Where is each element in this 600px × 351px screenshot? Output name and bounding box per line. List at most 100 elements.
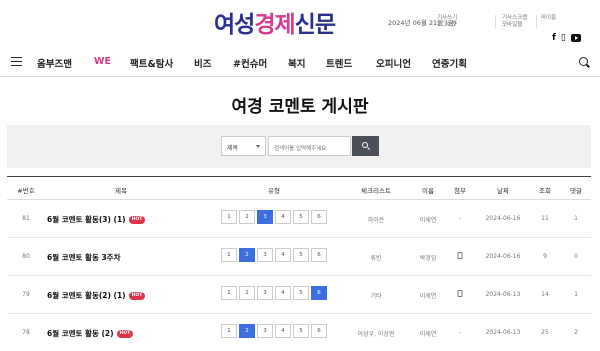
type-option[interactable]: 5 [293, 324, 309, 338]
table-row[interactable]: 79 6월 코멘토 활동(2) (1) HOT 1 2 3 4 5 6 기타 이세연 2024-06-… [7, 276, 591, 314]
type-option[interactable]: 1 [221, 210, 237, 224]
nav-item-ombudsman[interactable]: 옴부즈맨 [37, 56, 72, 70]
facebook-icon[interactable]: f [552, 33, 556, 43]
mobile-web-link[interactable]: 모바일웹 [502, 22, 527, 29]
type-option[interactable]: 2 [239, 210, 255, 224]
row-title-link[interactable]: 6월 코멘토 활동 (2) HOT [47, 328, 134, 339]
site-header: 여성 경제 신문 2024년 06월 21일 (금) 기사쓰기 로그아웃 기사스… [0, 0, 600, 48]
row-title: 6월 코멘토 활동(2) (1) [47, 291, 126, 300]
nav-item-special[interactable]: 연중기획 [432, 56, 467, 70]
row-attach: - [458, 329, 462, 336]
row-title: 6월 코멘토 활동 3주차 [47, 253, 121, 262]
menu-icon[interactable] [11, 57, 22, 66]
main-nav: 옴부즈맨 WE 팩트&탐사 비즈 #컨슈머 복지 트렌드 오피니언 연중기획 [0, 49, 600, 77]
col-type: 유형 [268, 187, 280, 195]
row-title: 6월 코멘토 활동 (2) [47, 329, 114, 338]
type-option[interactable]: 1 [221, 324, 237, 338]
col-number: #번호 [17, 187, 35, 195]
type-option[interactable]: 4 [275, 324, 291, 338]
row-number: 80 [22, 253, 30, 260]
nav-item-opinion[interactable]: 오피니언 [376, 56, 411, 70]
search-type-select[interactable]: 제목 [221, 136, 266, 156]
row-date: 2024-06-16 [485, 215, 521, 222]
page-title: 여경 코멘토 게시판 [231, 97, 369, 117]
type-option[interactable]: 1 [221, 286, 237, 300]
type-option[interactable]: 6 [311, 210, 327, 224]
row-number: 79 [22, 291, 30, 298]
type-scale: 123456 [221, 248, 327, 262]
type-option[interactable]: 3 [257, 324, 273, 338]
attachment-icon[interactable] [457, 252, 463, 259]
table-row[interactable]: 78 6월 코멘토 활동 (2) HOT 1 2 3 4 5 6 이상우, 이상현 이세연 -2024… [7, 314, 591, 351]
col-date: 날짜 [497, 187, 509, 195]
type-option[interactable]: 5 [293, 248, 309, 262]
type-scale: 123456 [221, 286, 327, 300]
type-option[interactable]: 1 [221, 248, 237, 262]
hot-badge: HOT [128, 215, 146, 224]
row-title: 6월 코멘토 활동(3) (1) [47, 215, 126, 224]
row-checklist: 기타 [370, 293, 382, 300]
type-option[interactable]: 2 [239, 248, 255, 262]
type-option[interactable]: 6 [311, 324, 327, 338]
table-row[interactable]: 80 6월 코멘토 활동 3주차 1 2 3 4 5 6 류빈 박경임 2024-06-16 9 0 [7, 238, 591, 276]
search-button[interactable] [352, 136, 379, 156]
row-views: 25 [541, 329, 549, 336]
row-views: 11 [541, 215, 549, 222]
table-header: #번호 제목 유형 체크리스트 이름 첨부 날짜 조회 댓글 [7, 176, 591, 200]
row-date: 2024-06-13 [485, 291, 521, 298]
row-comments: 1 [574, 215, 578, 222]
type-option[interactable]: 4 [275, 248, 291, 262]
nav-item-biz[interactable]: 비즈 [194, 56, 211, 70]
divider [495, 15, 496, 29]
row-title-link[interactable]: 6월 코멘토 활동 3주차 [47, 252, 120, 263]
type-scale: 123456 [221, 210, 327, 224]
nav-item-we[interactable]: WE [94, 56, 111, 67]
share-icon[interactable]: ▯ [561, 33, 566, 43]
row-author: 이세연 [419, 293, 437, 300]
type-option[interactable]: 2 [239, 286, 255, 300]
row-comments: 1 [574, 291, 578, 298]
nav-item-fact[interactable]: 팩트&탐사 [130, 56, 173, 70]
type-option[interactable]: 3 [257, 210, 273, 224]
type-option[interactable]: 6 [311, 248, 327, 262]
type-option[interactable]: 3 [257, 248, 273, 262]
type-option[interactable]: 6 [311, 286, 327, 300]
attachment-icon[interactable] [457, 290, 463, 297]
row-date: 2024-06-13 [485, 329, 521, 336]
nav-item-welfare[interactable]: 복지 [288, 56, 305, 70]
row-author: 이세연 [419, 217, 437, 224]
row-number: 78 [22, 329, 30, 336]
table-row[interactable]: 81 6월 코멘토 활동(3) (1) HOT 1 2 3 4 5 6 하아은 이세연 -2024-0… [7, 200, 591, 238]
hot-badge: HOT [128, 291, 146, 300]
row-checklist: 류빈 [370, 255, 382, 262]
search-input[interactable] [268, 136, 351, 156]
col-name: 이름 [422, 187, 434, 195]
youtube-icon[interactable] [570, 34, 581, 42]
type-option[interactable]: 2 [239, 324, 255, 338]
type-option[interactable]: 4 [275, 286, 291, 300]
row-comments: 2 [574, 329, 578, 336]
nav-item-consumer[interactable]: #컨슈머 [233, 56, 267, 70]
type-option[interactable]: 4 [275, 210, 291, 224]
type-option[interactable]: 3 [257, 286, 273, 300]
hot-badge: HOT [116, 329, 134, 338]
type-option[interactable]: 5 [293, 210, 309, 224]
row-title-link[interactable]: 6월 코멘토 활동(3) (1) HOT [47, 214, 146, 225]
row-views: 14 [541, 291, 549, 298]
col-attach: 첨부 [454, 187, 466, 195]
search-icon[interactable] [579, 57, 588, 66]
nav-item-trend[interactable]: 트렌드 [326, 56, 352, 70]
col-checklist: 체크리스트 [361, 187, 391, 195]
logo-part-1: 여성 [214, 12, 255, 38]
row-title-link[interactable]: 6월 코멘토 활동(2) (1) HOT [47, 290, 146, 301]
logout-link[interactable]: 로그아웃 [437, 22, 457, 29]
row-number: 81 [22, 215, 30, 222]
write-article-link[interactable]: 기사쓰기 [437, 15, 457, 22]
row-checklist: 하아은 [367, 217, 385, 224]
row-attach: - [458, 215, 462, 222]
type-option[interactable]: 5 [293, 286, 309, 300]
article-scrap-link[interactable]: 기사스크랩 [502, 15, 527, 22]
my-home-link[interactable]: 마이홈 [541, 15, 556, 22]
site-logo[interactable]: 여성 경제 신문 [214, 7, 336, 38]
social-links: f ▯ [552, 33, 581, 43]
